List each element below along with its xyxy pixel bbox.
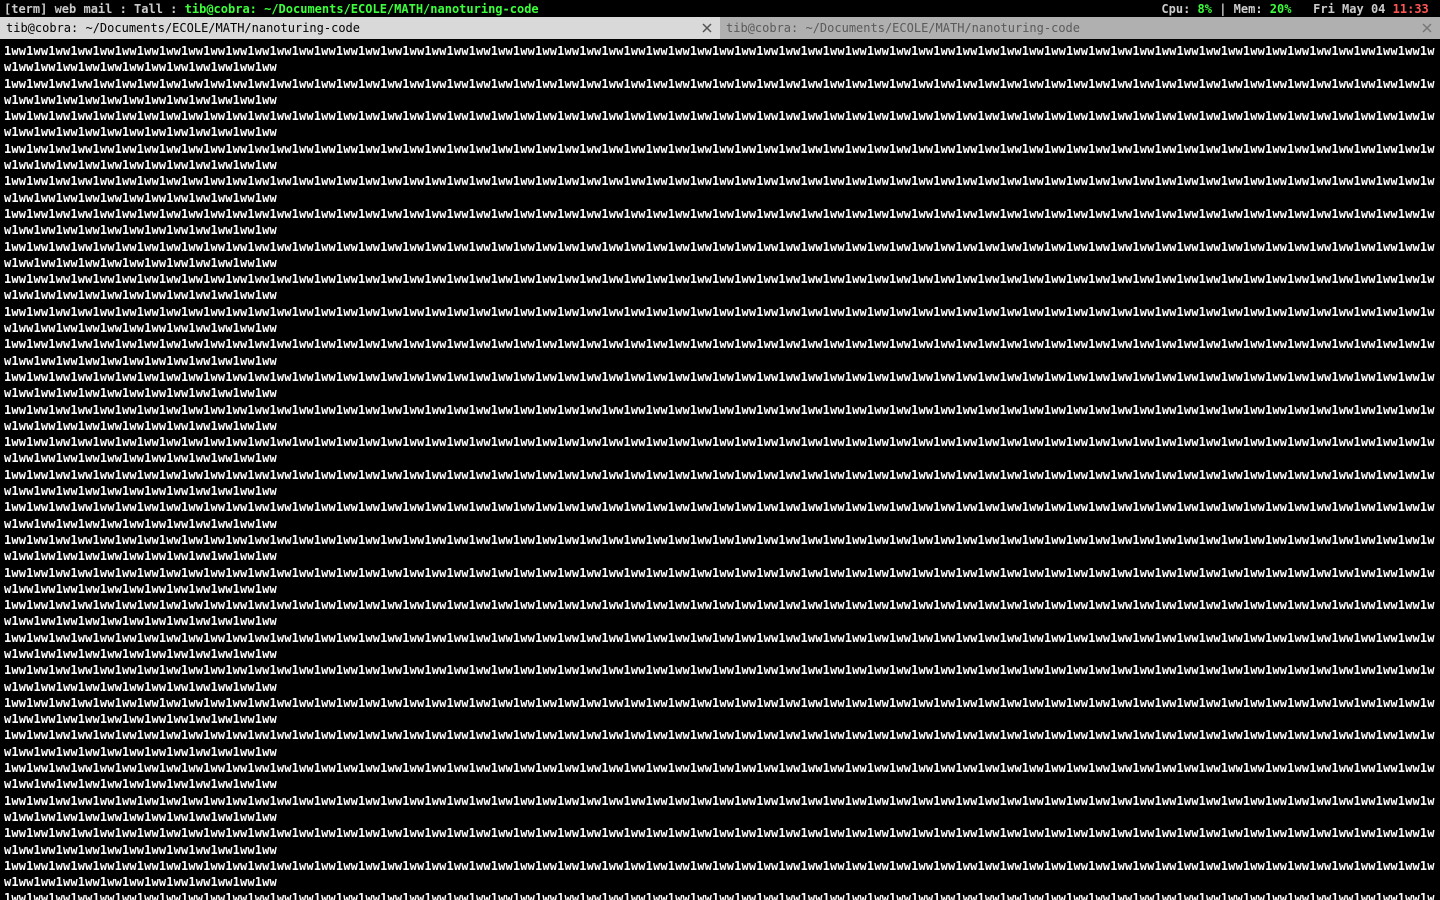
status-date: Fri May 04 (1313, 2, 1392, 16)
status-cpu-label: Cpu: (1161, 2, 1197, 16)
status-cpu-value: 8% (1198, 2, 1212, 16)
turing-tape-output: 1ww1ww1ww1ww1ww1ww1ww1ww1ww1ww1ww1ww1ww1… (4, 43, 1436, 900)
terminal-viewport[interactable]: 1ww1ww1ww1ww1ww1ww1ww1ww1ww1ww1ww1ww1ww1… (0, 39, 1440, 900)
status-mem-label: Mem: (1234, 2, 1270, 16)
tab-strip: tib@cobra: ~/Documents/ECOLE/MATH/nanotu… (0, 17, 1440, 39)
status-bar: [term] web mail : Tall : tib@cobra: ~/Do… (0, 0, 1440, 17)
status-term-label: [term] (4, 2, 47, 16)
status-sep: | (1212, 2, 1234, 16)
close-icon[interactable] (700, 21, 714, 35)
status-tail (1429, 2, 1436, 16)
terminal-tab-1[interactable]: tib@cobra: ~/Documents/ECOLE/MATH/nanotu… (0, 17, 720, 39)
terminal-tab-2-title: tib@cobra: ~/Documents/ECOLE/MATH/nanotu… (726, 21, 1080, 35)
status-mem-value: 20% (1270, 2, 1292, 16)
terminal-tab-1-title: tib@cobra: ~/Documents/ECOLE/MATH/nanotu… (6, 21, 360, 35)
status-window-list: web mail : Tall : (47, 2, 184, 16)
terminal-tab-2[interactable]: tib@cobra: ~/Documents/ECOLE/MATH/nanotu… (720, 17, 1440, 39)
close-icon[interactable] (1420, 21, 1434, 35)
status-time: 11:33 (1393, 2, 1429, 16)
status-window-title: tib@cobra: ~/Documents/ECOLE/MATH/nanotu… (185, 2, 539, 16)
status-gap (1291, 2, 1313, 16)
